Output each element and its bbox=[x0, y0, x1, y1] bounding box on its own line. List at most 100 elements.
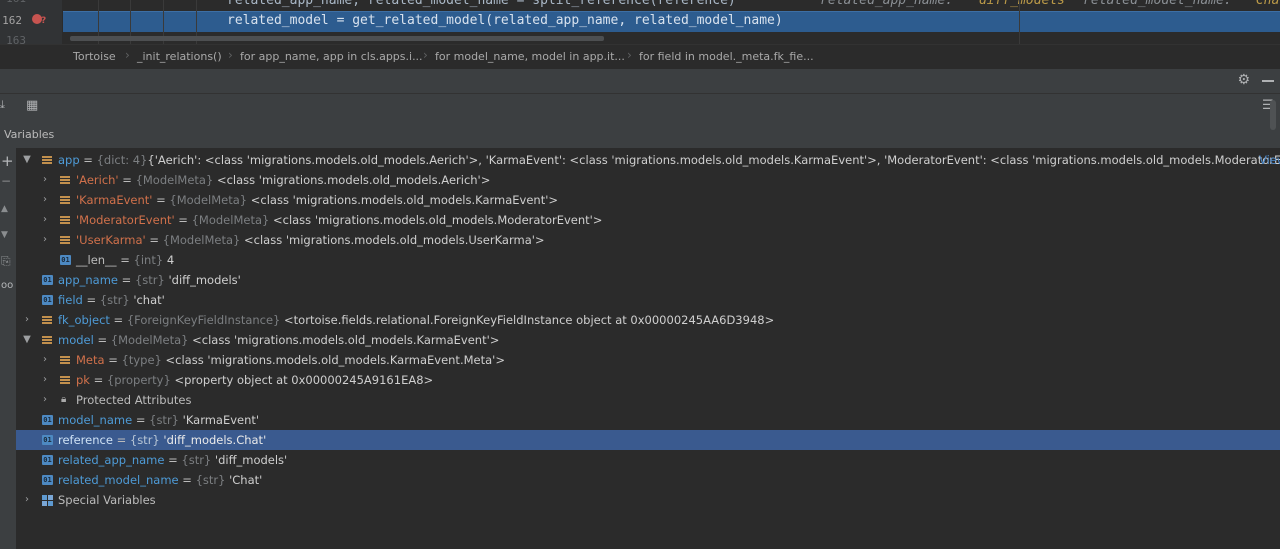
variable-value: <class 'migrations.models.old_models.Kar… bbox=[250, 193, 559, 207]
expand-arrow-icon[interactable]: ▼ bbox=[22, 330, 32, 350]
vertical-scrollbar[interactable] bbox=[1270, 100, 1276, 130]
variable-type: {str} bbox=[181, 453, 212, 467]
breadcrumb-item[interactable]: for field in model._meta.fk_fie... bbox=[639, 50, 814, 63]
class-icon bbox=[60, 236, 70, 245]
copy-icon[interactable]: ⎘ bbox=[1, 254, 11, 269]
tree-row[interactable]: › 'UserKarma' = {ModelMeta} <class 'migr… bbox=[16, 230, 1280, 250]
variable-value: <class 'migrations.models.old_models.Kar… bbox=[165, 353, 505, 367]
variable-type: {str} bbox=[195, 473, 226, 487]
code-editor[interactable]: 161 162 ? 163 related_app_name, related_… bbox=[0, 0, 1280, 44]
tree-row[interactable]: 01 __len__ = {int} 4 bbox=[16, 250, 1280, 270]
breadcrumb-item[interactable]: Tortoise bbox=[73, 50, 116, 63]
editor-gutter[interactable]: 161 162 ? 163 bbox=[0, 0, 62, 44]
class-icon bbox=[42, 336, 52, 345]
expand-arrow-icon[interactable]: › bbox=[40, 350, 50, 370]
view-link[interactable]: View bbox=[1259, 150, 1280, 170]
variable-value: 4 bbox=[166, 253, 175, 267]
tree-row[interactable]: 01 related_model_name = {str} 'Chat' bbox=[16, 470, 1280, 490]
object-icon bbox=[60, 376, 70, 385]
tree-row[interactable]: 01 model_name = {str} 'KarmaEvent' bbox=[16, 410, 1280, 430]
line-number-current: 162 bbox=[2, 14, 22, 27]
expand-arrow-icon[interactable]: › bbox=[22, 490, 32, 510]
tree-row[interactable]: › 🔒︎ Protected Attributes bbox=[16, 390, 1280, 410]
variable-name: Meta bbox=[76, 353, 105, 367]
variables-tree[interactable]: ▼ app = {dict: 4}{'Aerich': <class 'migr… bbox=[16, 148, 1280, 549]
expand-arrow-icon[interactable]: › bbox=[40, 230, 50, 250]
breadcrumb-separator: › bbox=[423, 48, 428, 62]
breakpoint-question-icon: ? bbox=[41, 16, 47, 26]
variable-type: {str} bbox=[129, 433, 160, 447]
breadcrumb-separator: › bbox=[125, 48, 130, 62]
tree-row[interactable]: 01 related_app_name = {str} 'diff_models… bbox=[16, 450, 1280, 470]
right-margin-guide bbox=[1019, 0, 1020, 44]
glasses-icon[interactable]: oo bbox=[1, 280, 13, 291]
move-up-icon[interactable]: ▲ bbox=[1, 204, 8, 214]
tree-row[interactable]: ▼ model = {ModelMeta} <class 'migrations… bbox=[16, 330, 1280, 350]
expand-arrow-icon[interactable]: ▼ bbox=[22, 150, 32, 170]
variable-name: related_app_name bbox=[58, 453, 165, 467]
code-line-execution-point[interactable]: related_model = get_related_model(relate… bbox=[63, 11, 1280, 32]
variable-type: {ModelMeta} bbox=[135, 173, 214, 187]
expand-arrow-icon[interactable]: › bbox=[40, 170, 50, 190]
minimize-icon[interactable] bbox=[1262, 80, 1274, 82]
variable-name: 'ModeratorEvent' bbox=[76, 213, 175, 227]
expand-arrow-icon[interactable]: › bbox=[40, 210, 50, 230]
variable-value: <class 'migrations.models.old_models.Mod… bbox=[272, 213, 603, 227]
variable-name: reference bbox=[58, 433, 113, 447]
tree-row[interactable]: › fk_object = {ForeignKeyFieldInstance} … bbox=[16, 310, 1280, 330]
tree-row[interactable]: › Meta = {type} <class 'migrations.model… bbox=[16, 350, 1280, 370]
variable-type: {int} bbox=[133, 253, 164, 267]
variable-name: 'KarmaEvent' bbox=[76, 193, 153, 207]
breadcrumb-item[interactable]: for model_name, model in app.it... bbox=[435, 50, 625, 63]
tree-row[interactable]: ▼ app = {dict: 4}{'Aerich': <class 'migr… bbox=[16, 150, 1280, 170]
inline-value: 'Chat' bbox=[1248, 0, 1280, 8]
gear-icon[interactable]: ⚙ bbox=[1237, 72, 1250, 88]
inline-value-label: related_model_name: bbox=[1083, 0, 1240, 8]
table-icon[interactable]: ▦ bbox=[26, 98, 38, 113]
object-icon bbox=[42, 316, 52, 325]
tree-row[interactable]: 01 app_name = {str} 'diff_models' bbox=[16, 270, 1280, 290]
variable-value: <tortoise.fields.relational.ForeignKeyFi… bbox=[284, 313, 775, 327]
horizontal-scrollbar[interactable] bbox=[70, 36, 604, 41]
variable-name: fk_object bbox=[58, 313, 110, 327]
tree-row[interactable]: › Special Variables bbox=[16, 490, 1280, 510]
variable-type: {ForeignKeyFieldInstance} bbox=[126, 313, 281, 327]
add-watch-icon[interactable]: + bbox=[1, 152, 14, 170]
step-icon[interactable]: ⤓ bbox=[0, 98, 5, 112]
variable-value: <class 'migrations.models.old_models.Kar… bbox=[192, 333, 500, 347]
primitive-icon: 01 bbox=[60, 255, 71, 265]
tree-row[interactable]: › 'ModeratorEvent' = {ModelMeta} <class … bbox=[16, 210, 1280, 230]
line-number: 161 bbox=[6, 0, 26, 5]
remove-watch-icon[interactable]: − bbox=[1, 174, 11, 188]
variables-header: Variables bbox=[0, 120, 1280, 149]
variables-side-toolbar: + − ▲ ▼ ⎘ oo bbox=[0, 148, 16, 549]
breadcrumb-item[interactable]: _init_relations() bbox=[137, 50, 222, 63]
expand-arrow-icon[interactable]: › bbox=[40, 370, 50, 390]
variable-value: 'diff_models' bbox=[214, 453, 288, 467]
primitive-icon: 01 bbox=[42, 295, 53, 305]
variable-value: <property object at 0x00000245A9161EA8> bbox=[174, 373, 434, 387]
primitive-icon: 01 bbox=[42, 275, 53, 285]
move-down-icon[interactable]: ▼ bbox=[1, 230, 8, 240]
variable-name: 'Aerich' bbox=[76, 173, 119, 187]
variable-type: {str} bbox=[149, 413, 179, 427]
class-icon bbox=[60, 216, 70, 225]
variable-type: {str} bbox=[134, 273, 165, 287]
tree-row[interactable]: › 'Aerich' = {ModelMeta} <class 'migrati… bbox=[16, 170, 1280, 190]
tree-row[interactable]: 01 field = {str} 'chat' bbox=[16, 290, 1280, 310]
expand-arrow-icon[interactable]: › bbox=[40, 190, 50, 210]
tree-row[interactable]: › pk = {property} <property object at 0x… bbox=[16, 370, 1280, 390]
variable-value: 'diff_models.Chat' bbox=[163, 433, 267, 447]
variable-type: {ModelMeta} bbox=[110, 333, 189, 347]
expand-arrow-icon[interactable]: › bbox=[22, 310, 32, 330]
class-icon bbox=[60, 176, 70, 185]
variable-name: pk bbox=[76, 373, 90, 387]
tree-row-selected[interactable]: 01 reference = {str} 'diff_models.Chat' bbox=[16, 430, 1280, 450]
breadcrumb-item[interactable]: for app_name, app in cls.apps.i... bbox=[240, 50, 423, 63]
tree-row[interactable]: › 'KarmaEvent' = {ModelMeta} <class 'mig… bbox=[16, 190, 1280, 210]
inline-value-label: related_app_name: bbox=[820, 0, 961, 8]
variable-value: <class 'migrations.models.old_models.Aer… bbox=[216, 173, 491, 187]
expand-arrow-icon[interactable]: › bbox=[40, 390, 50, 410]
inline-value: 'diff_models' bbox=[971, 0, 1073, 8]
group-label: Protected Attributes bbox=[76, 393, 192, 407]
